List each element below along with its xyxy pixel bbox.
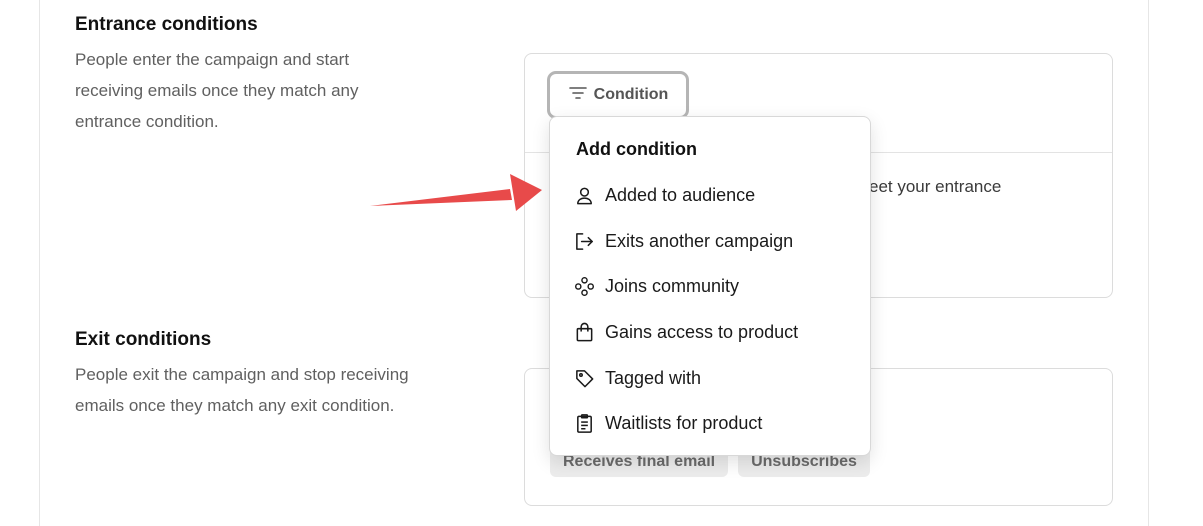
user-icon — [574, 185, 595, 206]
entrance-conditions-title: Entrance conditions — [75, 14, 258, 35]
community-icon — [574, 276, 595, 297]
entrance-conditions-description: People enter the campaign and start rece… — [75, 50, 359, 131]
dropdown-title: Add condition — [576, 139, 697, 159]
menu-item-joins-community[interactable]: Joins community — [574, 271, 854, 301]
menu-item-waitlists-for-product[interactable]: Waitlists for product — [574, 408, 854, 438]
menu-item-tagged-with[interactable]: Tagged with — [574, 363, 854, 393]
menu-item-label: Waitlists for product — [605, 412, 763, 433]
exit-conditions-title: Exit conditions — [75, 329, 212, 350]
menu-item-label: Gains access to product — [605, 321, 799, 342]
menu-item-exits-another-campaign[interactable]: Exits another campaign — [574, 226, 854, 256]
filter-icon — [568, 83, 588, 108]
menu-item-added-to-audience[interactable]: Added to audience — [574, 180, 854, 210]
entrance-hint-text: eet your entrance — [869, 177, 1002, 196]
exit-conditions-description: People exit the campaign and stop receiv… — [75, 365, 409, 415]
annotation-arrow-icon — [370, 174, 542, 211]
clipboard-list-icon — [574, 413, 595, 434]
add-condition-button[interactable]: Condition — [547, 71, 689, 119]
menu-item-label: Exits another campaign — [605, 230, 794, 251]
add-condition-dropdown: Add condition Added to audience Exits an… — [549, 116, 871, 456]
tag-icon — [574, 368, 595, 389]
menu-item-label: Joins community — [605, 275, 740, 296]
shopping-bag-icon — [574, 322, 595, 343]
menu-item-gains-access-to-product[interactable]: Gains access to product — [574, 317, 854, 347]
menu-item-label: Tagged with — [605, 367, 702, 388]
exit-arrow-icon — [574, 231, 595, 252]
menu-item-label: Added to audience — [605, 184, 756, 205]
condition-button-label: Condition — [593, 86, 669, 103]
